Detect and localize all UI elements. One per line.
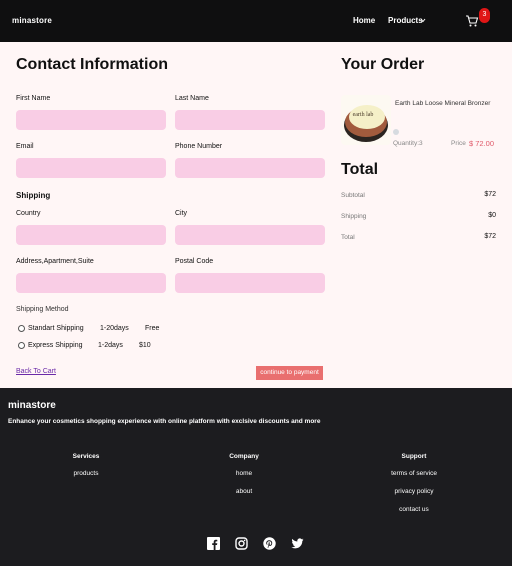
phone-field[interactable] — [175, 158, 325, 178]
country-label: Country — [16, 210, 41, 217]
footer-support-heading: Support — [401, 453, 427, 460]
postal-label: Postal Code — [175, 258, 214, 265]
continue-to-payment-button[interactable]: continue to payment — [256, 366, 323, 380]
footer-link-home[interactable]: home — [214, 470, 274, 477]
back-to-cart-link[interactable]: Back To Cart — [16, 368, 56, 375]
shipping-option-price: Free — [145, 325, 160, 332]
total-value: $72 — [484, 233, 496, 240]
subtotal-value: $72 — [484, 191, 496, 198]
shipping-option-price: $10 — [139, 342, 151, 349]
pinterest-icon[interactable] — [263, 537, 276, 550]
product-quantity: Quantity:3 — [393, 140, 423, 147]
product-image: earth lab — [341, 95, 391, 145]
phone-label: Phone Number — [175, 143, 223, 150]
site-footer: minastore Enhance your cosmetics shoppin… — [0, 388, 512, 566]
express-shipping-radio[interactable] — [18, 342, 25, 349]
footer-company-heading: Company — [229, 453, 259, 460]
contact-title: Contact Information — [16, 56, 168, 73]
footer-brand: minastore — [8, 400, 56, 411]
product-image-label: earth lab — [353, 112, 374, 118]
email-label: Email — [16, 143, 34, 150]
shipping-option-name: Standart Shipping — [28, 325, 84, 332]
address-label: Address,Apartment,Suite — [16, 258, 94, 265]
footer-link-about[interactable]: about — [214, 488, 274, 495]
chevron-down-icon[interactable] — [420, 16, 426, 26]
shipping-cost-label: Shipping — [341, 213, 367, 220]
footer-link-terms[interactable]: terms of service — [374, 470, 454, 477]
first-name-label: First Name — [16, 95, 51, 102]
shipping-option-days: 1-20days — [100, 325, 129, 332]
last-name-field[interactable] — [175, 110, 325, 130]
email-field[interactable] — [16, 158, 166, 178]
shipping-cost-value: $0 — [488, 212, 496, 219]
standard-shipping-radio[interactable] — [18, 325, 25, 332]
cart-count-badge: 3 — [479, 8, 490, 23]
shipping-option-days: 1-2days — [98, 342, 123, 349]
subtotal-label: Subtotal — [341, 192, 365, 199]
footer-services-heading: Services — [72, 453, 100, 460]
top-navbar: minastore Home Products 3 — [0, 0, 512, 42]
brand-logo[interactable]: minastore — [12, 16, 52, 25]
footer-link-privacy[interactable]: privacy policy — [374, 488, 454, 495]
instagram-icon[interactable] — [235, 537, 248, 550]
footer-link-contact[interactable]: contact us — [374, 506, 454, 513]
nav-products-dropdown[interactable]: Products — [388, 16, 423, 25]
city-field[interactable] — [175, 225, 325, 245]
address-field[interactable] — [16, 273, 166, 293]
footer-link-products[interactable]: products — [56, 470, 116, 477]
twitter-icon[interactable] — [291, 537, 304, 550]
country-field[interactable] — [16, 225, 166, 245]
checkout-main: Contact Information First Name Last Name… — [0, 42, 512, 388]
footer-tagline: Enhance your cosmetics shopping experien… — [8, 418, 321, 425]
variant-dot — [393, 129, 399, 135]
total-label: Total — [341, 234, 355, 241]
shipping-option-name: Express Shipping — [28, 342, 83, 349]
price-label: Price — [451, 140, 466, 147]
price-value: $ 72.00 — [469, 139, 495, 148]
product-name: Earth Lab Loose Mineral Bronzer — [395, 100, 491, 107]
order-title: Your Order — [341, 56, 425, 73]
first-name-field[interactable] — [16, 110, 166, 130]
total-title: Total — [341, 161, 379, 178]
shipping-title: Shipping — [16, 191, 51, 200]
city-label: City — [175, 210, 188, 217]
shipping-method-label: Shipping Method — [16, 306, 69, 313]
facebook-icon[interactable] — [207, 537, 220, 550]
cart-icon[interactable] — [465, 14, 479, 28]
last-name-label: Last Name — [175, 95, 209, 102]
nav-home-link[interactable]: Home — [353, 16, 375, 25]
postal-code-field[interactable] — [175, 273, 325, 293]
